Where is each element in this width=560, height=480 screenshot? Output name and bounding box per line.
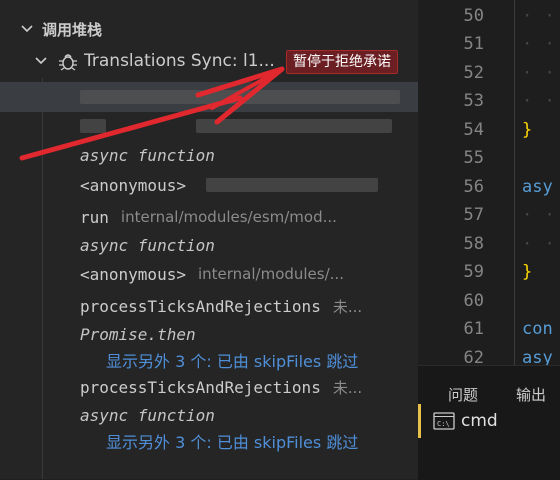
whitespace-markers: · · · · [522, 91, 560, 111]
whitespace-markers: · · · · [522, 34, 560, 54]
call-stack-title: 调用堆栈 [42, 20, 103, 39]
frame-path: 未... [332, 378, 363, 397]
frame-name: processTicksAndRejections [80, 296, 321, 316]
code-editor[interactable]: 50 51 52 53 54 55 56 57 58 59 60 61 62 ·… [418, 0, 560, 365]
frame-name: <anonymous> [80, 175, 186, 195]
line-number: 52 [463, 63, 484, 83]
frame-path: 未... [332, 297, 363, 316]
terminal-name: cmd [461, 411, 498, 431]
whitespace-markers: · · · · [522, 63, 560, 83]
show-skipped-frames-link[interactable]: 显示另外 3 个: 已由 skipFiles 跳过 [0, 345, 418, 375]
code-brace: } [522, 262, 533, 282]
paused-badge: 暂停于拒绝承诺 [286, 50, 398, 74]
stack-frame-redacted-1[interactable] [0, 82, 418, 112]
terminal-icon-text: C:\ [437, 420, 450, 428]
line-number: 57 [463, 205, 484, 225]
frame-path: internal/modules/... [197, 265, 344, 283]
line-number: 54 [463, 120, 484, 140]
frame-path: internal/modules/esm/mod... [120, 208, 337, 226]
active-indicator [418, 404, 421, 438]
stack-frame-separator: async function [80, 145, 215, 165]
stack-frame[interactable]: processTicksAndRejections 未... [0, 372, 418, 402]
redacted-text [196, 119, 392, 133]
whitespace-markers: · · · · [522, 6, 560, 26]
stack-frame-separator: async function [80, 235, 215, 255]
call-stack-header[interactable]: 调用堆栈 [0, 14, 418, 44]
chevron-down-icon [21, 25, 33, 33]
frame-name: <anonymous> [80, 264, 186, 284]
chevron-down-icon [35, 57, 47, 65]
line-number: 53 [463, 91, 484, 111]
stack-frame[interactable]: <anonymous> internal/modules/... [0, 259, 418, 289]
redacted-text [80, 119, 106, 133]
thread-name: Translations Sync: l1... [84, 51, 275, 71]
code-keyword: asy [522, 348, 553, 365]
stack-frame-redacted-2[interactable] [0, 111, 418, 141]
stack-frame[interactable]: processTicksAndRejections 未... [0, 291, 418, 321]
line-number: 50 [463, 6, 484, 26]
redacted-text [80, 90, 400, 104]
line-number: 55 [463, 148, 484, 168]
line-number: 60 [463, 291, 484, 311]
terminal-icon: C:\ [433, 412, 455, 430]
whitespace-markers: · · · · [522, 205, 560, 225]
line-number: 61 [463, 319, 484, 339]
line-number: 62 [463, 348, 484, 365]
terminal-item-cmd[interactable]: C:\ cmd [418, 404, 560, 438]
line-number: 59 [463, 262, 484, 282]
tab-problems[interactable]: 问题 [448, 384, 478, 405]
tab-output[interactable]: 输出 [516, 384, 546, 405]
frame-name: run [80, 207, 109, 227]
line-number: 58 [463, 234, 484, 254]
frame-name: processTicksAndRejections [80, 377, 321, 397]
indent-guide [514, 0, 515, 365]
code-brace: } [522, 120, 533, 140]
line-number: 56 [463, 177, 484, 197]
show-skipped-frames-link[interactable]: 显示另外 3 个: 已由 skipFiles 跳过 [0, 426, 418, 456]
code-keyword: asy [522, 177, 553, 197]
bug-icon [59, 54, 77, 71]
call-stack-panel: 调用堆栈 Translations Sync: l1... 暂停于拒绝承诺 as… [0, 0, 418, 479]
stack-frame[interactable]: <anonymous> [0, 170, 418, 200]
code-keyword: con [522, 319, 553, 339]
line-number: 51 [463, 34, 484, 54]
stack-frame[interactable]: run internal/modules/esm/mod... [0, 202, 418, 232]
redacted-text [205, 178, 378, 192]
whitespace-markers: · · · · [522, 234, 560, 254]
